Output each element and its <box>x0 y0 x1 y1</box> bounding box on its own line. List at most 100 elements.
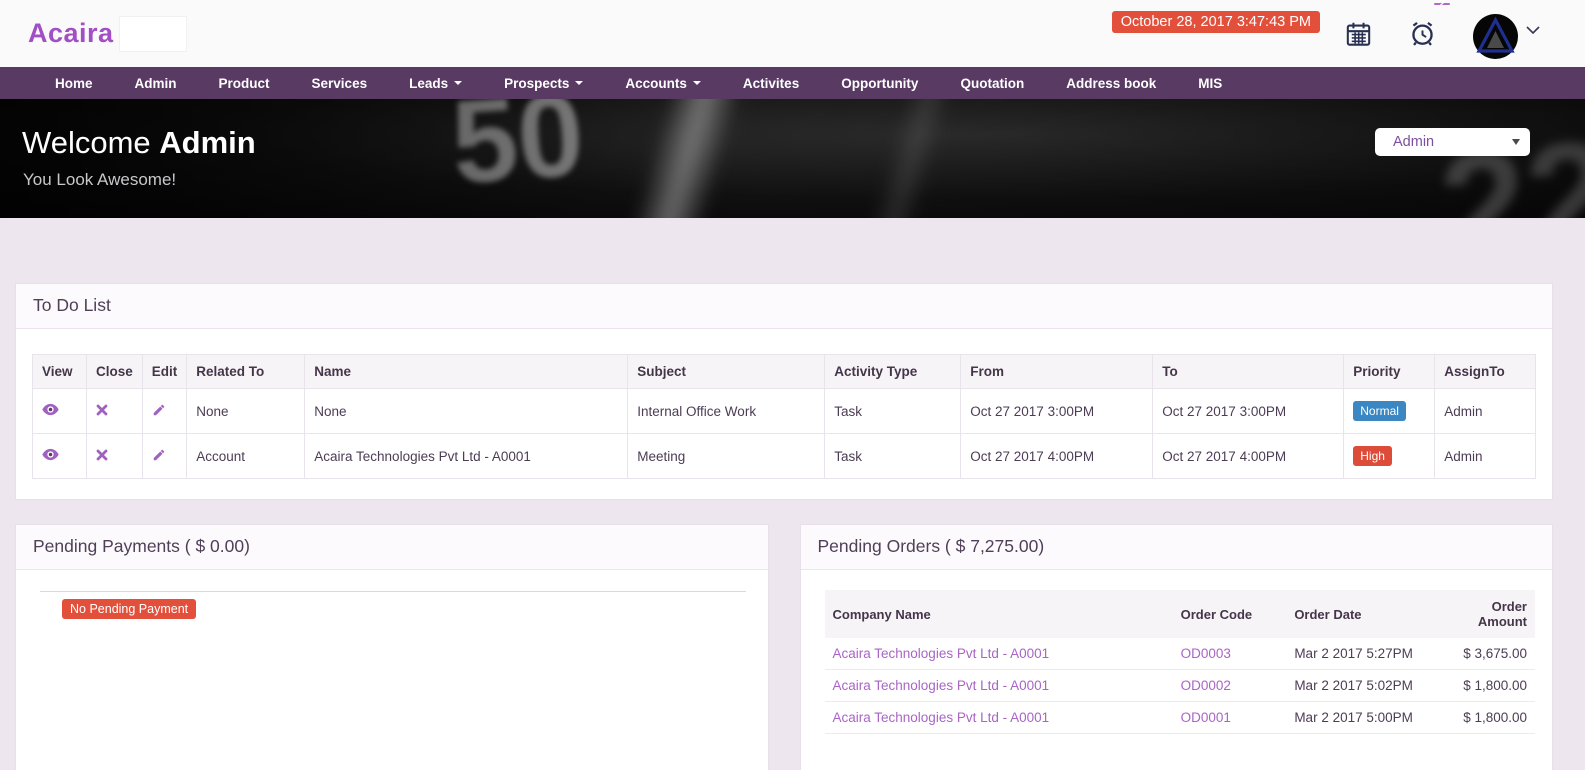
todo-to: Oct 27 2017 4:00PM <box>1153 434 1344 479</box>
todo-activity-type: Task <box>825 434 961 479</box>
todo-assign-to: Admin <box>1435 434 1536 479</box>
caret-down-icon <box>454 81 462 85</box>
nav-item-services[interactable]: Services <box>291 67 389 99</box>
nav-item-quotation[interactable]: Quotation <box>939 67 1045 99</box>
pending-orders-header: Pending Orders ( $ 7,275.00) <box>801 525 1553 570</box>
welcome-username: Admin <box>159 125 255 160</box>
nav-item-leads[interactable]: Leads <box>388 67 483 99</box>
todo-panel-header: To Do List <box>16 284 1552 329</box>
order-amount: $ 1,800.00 <box>1436 702 1535 734</box>
nav-label: Activites <box>743 76 799 91</box>
order-row: Acaira Technologies Pvt Ltd - A0001 OD00… <box>825 702 1536 734</box>
reminders-button[interactable]: 2 <box>1408 19 1437 48</box>
order-company-link[interactable]: Acaira Technologies Pvt Ltd - A0001 <box>825 702 1173 734</box>
todo-list-panel: To Do List View Close Edit Related To Na… <box>15 283 1553 500</box>
order-code-link[interactable]: OD0002 <box>1173 670 1287 702</box>
nav-item-opportunity[interactable]: Opportunity <box>820 67 939 99</box>
nav-label: Leads <box>409 76 448 91</box>
pending-orders-title: Pending Orders ( $ 7,275.00) <box>818 536 1045 556</box>
pending-orders-panel: Pending Orders ( $ 7,275.00) Company Nam… <box>800 524 1554 770</box>
edit-pencil-icon[interactable] <box>152 403 166 417</box>
todo-from: Oct 27 2017 3:00PM <box>961 389 1153 434</box>
nav-item-prospects[interactable]: Prospects <box>483 67 604 99</box>
col-order-code: Order Code <box>1173 590 1287 638</box>
todo-name: None <box>305 389 628 434</box>
col-activity-type: Activity Type <box>825 355 961 389</box>
col-close: Close <box>87 355 143 389</box>
nav-label: Accounts <box>625 76 687 91</box>
todo-table: View Close Edit Related To Name Subject … <box>32 354 1536 479</box>
view-eye-icon[interactable] <box>42 403 59 416</box>
col-edit: Edit <box>142 355 187 389</box>
edit-pencil-icon[interactable] <box>152 448 166 462</box>
brand-logo-image <box>120 17 186 51</box>
nav-label: Product <box>219 76 270 91</box>
welcome-heading: Welcome Admin <box>22 125 256 161</box>
nav-label: Admin <box>135 76 177 91</box>
nav-item-home[interactable]: Home <box>34 67 114 99</box>
calendar-icon <box>1345 35 1372 52</box>
todo-row: Account Acaira Technologies Pvt Ltd - A0… <box>33 434 1536 479</box>
user-avatar[interactable] <box>1473 14 1518 59</box>
nav-label: Quotation <box>960 76 1024 91</box>
close-x-icon[interactable] <box>96 449 108 461</box>
pending-orders-table: Company Name Order Code Order Date Order… <box>825 590 1536 734</box>
todo-assign-to: Admin <box>1435 389 1536 434</box>
col-order-date: Order Date <box>1286 590 1435 638</box>
main-nav: Home Admin Product Services Leads Prospe… <box>0 67 1585 99</box>
orders-header-row: Company Name Order Code Order Date Order… <box>825 590 1536 638</box>
nav-label: Services <box>312 76 368 91</box>
user-menu-chevron-down-icon[interactable] <box>1526 26 1540 35</box>
brand-logo-text: Acaira <box>28 18 114 49</box>
todo-name: Acaira Technologies Pvt Ltd - A0001 <box>305 434 628 479</box>
todo-panel-body: View Close Edit Related To Name Subject … <box>16 329 1552 499</box>
caret-down-icon <box>575 81 583 85</box>
page-content: To Do List View Close Edit Related To Na… <box>0 218 1585 770</box>
nav-label: Home <box>55 76 93 91</box>
nav-label: Address book <box>1066 76 1156 91</box>
order-amount: $ 1,800.00 <box>1436 670 1535 702</box>
order-company-link[interactable]: Acaira Technologies Pvt Ltd - A0001 <box>825 638 1173 670</box>
col-assign-to: AssignTo <box>1435 355 1536 389</box>
nav-item-address-book[interactable]: Address book <box>1045 67 1177 99</box>
no-pending-payment-badge: No Pending Payment <box>62 599 196 619</box>
welcome-prefix: Welcome <box>22 125 159 160</box>
col-view: View <box>33 355 87 389</box>
pending-payments-panel: Pending Payments ( $ 0.00) No Pending Pa… <box>15 524 769 770</box>
pending-payments-title: Pending Payments ( $ 0.00) <box>33 536 250 556</box>
nav-item-accounts[interactable]: Accounts <box>604 67 722 99</box>
order-date: Mar 2 2017 5:02PM <box>1286 670 1435 702</box>
calendar-button[interactable] <box>1345 20 1372 48</box>
user-filter-selected-value: Admin <box>1393 134 1512 150</box>
nav-label: Prospects <box>504 76 569 91</box>
nav-label: MIS <box>1198 76 1222 91</box>
user-filter-select[interactable]: Admin <box>1375 128 1530 156</box>
todo-related-to: Account <box>187 434 305 479</box>
notification-count-badge: 2 <box>1434 3 1450 5</box>
todo-from: Oct 27 2017 4:00PM <box>961 434 1153 479</box>
empty-table-divider <box>40 591 746 592</box>
todo-related-to: None <box>187 389 305 434</box>
todo-subject: Internal Office Work <box>628 389 825 434</box>
header-actions: October 28, 2017 3:47:43 PM <box>1112 8 1540 59</box>
welcome-subtitle: You Look Awesome! <box>23 170 176 190</box>
nav-item-activites[interactable]: Activites <box>722 67 820 99</box>
order-date: Mar 2 2017 5:27PM <box>1286 638 1435 670</box>
caret-down-icon <box>693 81 701 85</box>
close-x-icon[interactable] <box>96 404 108 416</box>
order-code-link[interactable]: OD0003 <box>1173 638 1287 670</box>
col-priority: Priority <box>1344 355 1435 389</box>
order-code-link[interactable]: OD0001 <box>1173 702 1287 734</box>
pending-orders-body: Company Name Order Code Order Date Order… <box>801 590 1553 734</box>
todo-panel-title: To Do List <box>33 295 111 315</box>
order-row: Acaira Technologies Pvt Ltd - A0001 OD00… <box>825 638 1536 670</box>
order-row: Acaira Technologies Pvt Ltd - A0001 OD00… <box>825 670 1536 702</box>
nav-item-admin[interactable]: Admin <box>114 67 198 99</box>
todo-subject: Meeting <box>628 434 825 479</box>
col-from: From <box>961 355 1153 389</box>
order-company-link[interactable]: Acaira Technologies Pvt Ltd - A0001 <box>825 670 1173 702</box>
nav-item-product[interactable]: Product <box>198 67 291 99</box>
view-eye-icon[interactable] <box>42 448 59 461</box>
pending-payments-header: Pending Payments ( $ 0.00) <box>16 525 768 570</box>
nav-item-mis[interactable]: MIS <box>1177 67 1243 99</box>
